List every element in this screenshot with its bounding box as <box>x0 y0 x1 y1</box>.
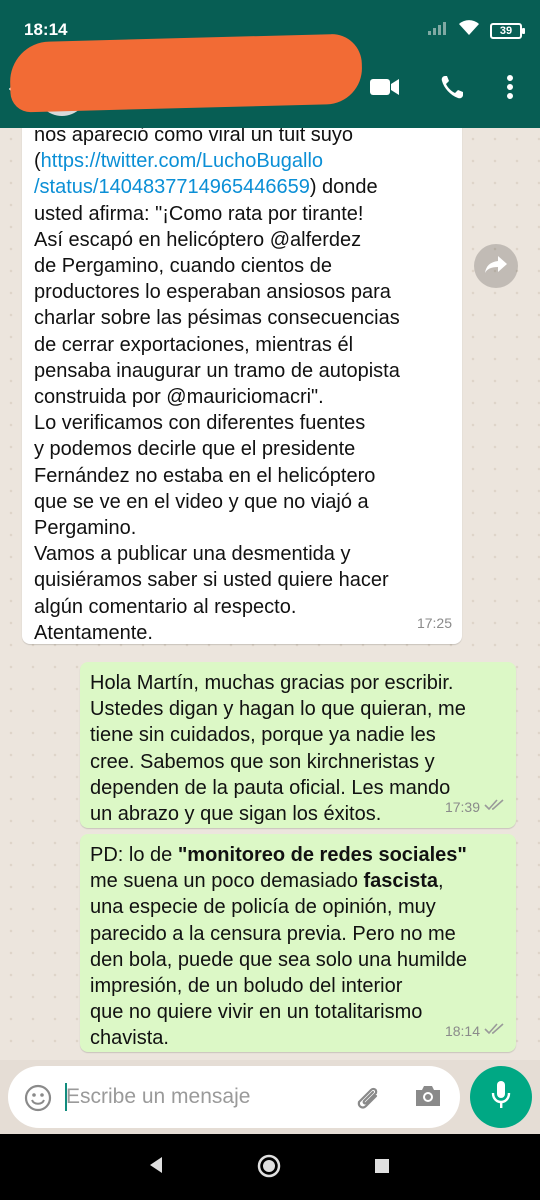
chat-messages[interactable]: nos apareció como viral un tuit suyo (ht… <box>0 128 540 1060</box>
phone-icon[interactable] <box>440 74 464 105</box>
chat-header <box>0 33 540 128</box>
message-line: quisiéramos saber si usted quiere hacer <box>34 569 389 592</box>
message-line: nos apareció como viral un tuit suyo <box>34 128 354 146</box>
redaction-scribble <box>9 33 363 113</box>
camera-icon[interactable] <box>414 1084 442 1113</box>
message-time: 17:39 <box>444 798 480 815</box>
message-line: Pergamino. <box>34 517 137 540</box>
message-line: den bola, puede que sea solo una humilde <box>90 948 467 971</box>
bold-text: fascista <box>363 870 439 893</box>
message-line: Ustedes digan y hagan lo que quieran, me <box>90 698 466 721</box>
wifi-icon <box>458 20 480 41</box>
message-line: parecido a la censura previa. Pero no me <box>90 922 456 945</box>
status-time: 18:14 <box>24 20 68 39</box>
tweet-link-continued[interactable]: /status/1404837714965446659 <box>34 176 310 198</box>
message-line: Vamos a publicar una desmentida y <box>34 543 351 566</box>
status-icons: 39 <box>428 20 525 41</box>
message-line: charlar sobre las pésimas consecuencias <box>34 307 400 330</box>
system-nav-bar <box>0 1134 540 1200</box>
tweet-link[interactable]: https://twitter.com/LuchoBugallo <box>41 150 323 172</box>
message-line: que no quiere vivir en un totalitarismo <box>90 1001 423 1024</box>
message-line: tiene sin cuidados, porque ya nadie les <box>90 724 436 747</box>
mic-button[interactable] <box>470 1066 532 1128</box>
message-meta: 17:39 <box>445 794 506 820</box>
message-line: de cerrar exportaciones, mientras él <box>34 333 354 356</box>
message-line: que se ve en el video y que no viajó a <box>34 490 369 513</box>
double-check-icon <box>484 794 506 820</box>
message-line: algún comentario al respecto. <box>34 595 297 618</box>
message-line: cree. Sabemos que son kirchneristas y <box>90 750 435 773</box>
message-line: chavista. <box>90 1027 169 1050</box>
message-line-with-link: /status/1404837714965446659) donde <box>34 176 378 199</box>
message-line-with-link: (https://twitter.com/LuchoBugallo <box>34 150 324 173</box>
more-options-icon[interactable] <box>506 74 514 105</box>
message-line: Lo verificamos con diferentes fuentes <box>34 412 366 435</box>
battery-icon: 39 <box>490 22 525 39</box>
outgoing-message[interactable]: PD: lo de "monitoreo de redes sociales" … <box>80 834 516 1052</box>
forward-icon <box>484 254 508 279</box>
message-line: Atentamente. <box>34 621 153 644</box>
message-input[interactable]: Escribe un mensaje <box>66 1085 250 1109</box>
message-line: y podemos decirle que el presidente <box>34 438 356 461</box>
video-call-icon[interactable] <box>370 76 400 103</box>
message-line: una especie de policía de opinión, muy <box>90 896 436 919</box>
message-line: PD: lo de "monitoreo de redes sociales" <box>90 844 467 866</box>
mic-icon <box>491 1080 511 1115</box>
message-composer[interactable]: Escribe un mensaje <box>8 1066 460 1128</box>
message-meta: 18:14 <box>445 1018 506 1044</box>
outgoing-message[interactable]: Hola Martín, muchas gracias por escribir… <box>80 662 516 828</box>
message-line: construida por @mauriciomacri". <box>34 386 324 409</box>
home-circle-icon[interactable] <box>257 1154 281 1183</box>
double-check-icon <box>484 1018 506 1044</box>
bold-text: "monitoreo de redes sociales" <box>177 844 467 866</box>
signal-icon <box>428 21 448 40</box>
whatsapp-chat-screen: 18:14 39 nos apareció como viral un tuit… <box>0 0 540 1200</box>
recents-square-icon[interactable] <box>374 1158 390 1179</box>
back-triangle-icon[interactable] <box>148 1156 164 1179</box>
message-line: de Pergamino, cuando cientos de <box>34 255 332 278</box>
message-line: Fernández no estaba en el helicóptero <box>34 464 376 487</box>
message-time: 18:14 <box>444 1022 480 1039</box>
message-line: pensaba inaugurar un tramo de autopista <box>34 359 400 382</box>
incoming-message[interactable]: nos apareció como viral un tuit suyo (ht… <box>22 128 462 644</box>
message-line: un abrazo y que sigan los éxitos. <box>90 803 382 826</box>
forward-button[interactable] <box>474 244 518 288</box>
message-line: dependen de la pauta oficial. Les mando <box>90 776 451 799</box>
message-line: Así escapó en helicóptero @alferdez <box>34 228 362 251</box>
attach-icon[interactable] <box>354 1082 384 1117</box>
message-line: impresión, de un boludo del interior <box>90 975 403 998</box>
message-line: usted afirma: "¡Como rata por tirante! <box>34 202 364 225</box>
message-line: Hola Martín, muchas gracias por escribir… <box>90 672 454 694</box>
message-meta: 17:25 <box>417 610 452 636</box>
message-line: productores lo esperaban ansiosos para <box>34 281 391 304</box>
message-line: me suena un poco demasiado fascista, <box>90 870 444 893</box>
emoji-icon[interactable] <box>24 1084 52 1117</box>
message-time: 17:25 <box>416 614 452 631</box>
